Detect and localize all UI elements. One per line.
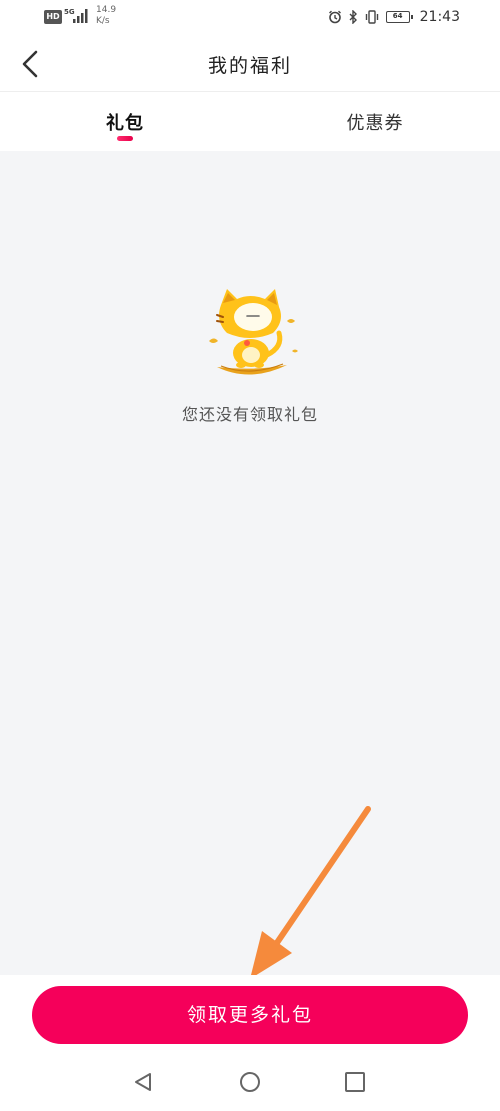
active-tab-indicator <box>117 136 133 141</box>
network-speed-unit: K/s <box>96 16 110 26</box>
nav-back-icon[interactable] <box>132 1071 154 1093</box>
nav-recent-icon[interactable] <box>345 1072 365 1092</box>
battery-icon: 64 <box>385 11 413 23</box>
network-speed-value: 14.9 <box>96 5 117 15</box>
hd-badge: HD <box>44 10 62 24</box>
content-area: 您还没有领取礼包 <box>0 151 500 979</box>
orange-pointer-arrow <box>250 806 371 979</box>
claim-more-gifts-button[interactable]: 领取更多礼包 <box>32 986 468 1044</box>
tab-coupons[interactable]: 优惠券 <box>250 93 500 151</box>
tab-bar: 礼包 优惠券 <box>0 93 500 151</box>
tab-gift-packs[interactable]: 礼包 <box>0 93 250 151</box>
bluetooth-icon <box>349 10 357 24</box>
nav-home-icon[interactable] <box>239 1071 261 1093</box>
bottom-action-bar: 领取更多礼包 <box>0 975 500 1055</box>
status-right: 64 21:43 <box>328 8 460 26</box>
clock: 21:43 <box>419 9 460 25</box>
status-bar: HD 5G 14.9 K/s 64 21:43 <box>0 0 500 36</box>
system-nav-bar <box>0 1055 500 1111</box>
empty-state-message: 您还没有领取礼包 <box>181 405 318 424</box>
screen: HD 5G 14.9 K/s 64 21:43 我的福利 礼包 优惠券 您还没有… <box>0 0 500 1111</box>
page-title: 我的福利 <box>207 55 292 77</box>
cat-mascot-illustration <box>209 289 298 375</box>
signal-icon <box>73 9 88 23</box>
app-header: 我的福利 <box>0 36 500 92</box>
tab-gift-packs-label: 礼包 <box>106 113 144 134</box>
tab-coupons-label: 优惠券 <box>346 113 404 134</box>
alarm-icon <box>328 10 341 24</box>
network-speed: 14.9 K/s <box>96 5 116 27</box>
vibrate-icon <box>365 10 378 24</box>
